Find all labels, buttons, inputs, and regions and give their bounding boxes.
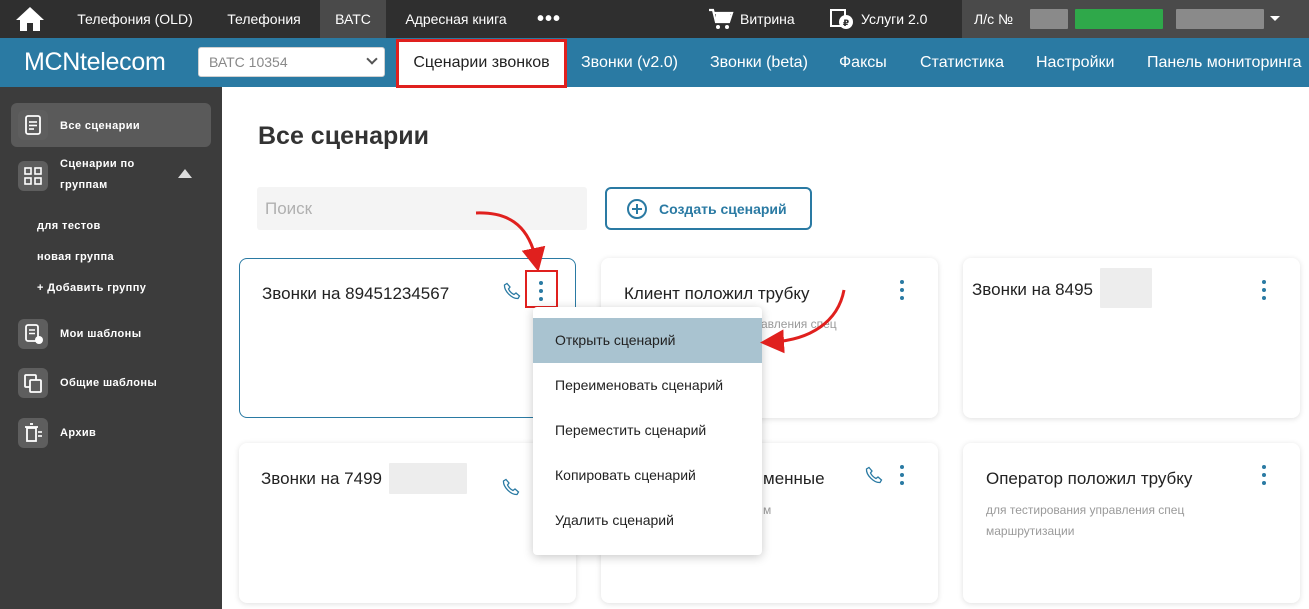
chevron-down-icon[interactable]	[1270, 16, 1280, 21]
phone-number-blur	[1100, 268, 1152, 308]
phone-icon	[503, 282, 521, 300]
tab-call-scenarios-label: Сценарии звонков	[413, 54, 550, 71]
sidebar-item-groups-label-1[interactable]: Сценарии по	[60, 158, 135, 170]
sidebar-group-item[interactable]: для тестов	[37, 220, 101, 232]
vats-select-value: ВАТС 10354	[209, 54, 288, 70]
brand-logo: MCNtelecom	[24, 48, 166, 76]
plus-circle-icon	[627, 199, 647, 219]
top-nav-telephony[interactable]: Телефония	[212, 0, 316, 38]
phone-number-blur	[389, 463, 467, 494]
sidebar-item-groups-label-2[interactable]: группам	[60, 179, 108, 191]
username-blur	[1176, 9, 1264, 29]
account-number-blur	[1030, 9, 1068, 29]
sidebar-item-common-templates[interactable]: Общие шаблоны	[60, 377, 157, 389]
copy-icon	[18, 368, 48, 398]
scenario-card[interactable]: Звонки на 7499	[239, 443, 576, 603]
scenario-card[interactable]: Звонки на 8495	[963, 258, 1300, 418]
menu-item-move-scenario[interactable]: Переместить сценарий	[533, 408, 762, 453]
section-nav-bar: MCNtelecom ВАТС 10354 Сценарии звонков З…	[0, 38, 1309, 88]
tab-monitoring-panel[interactable]: Панель мониторинга	[1147, 38, 1302, 87]
kebab-menu-icon[interactable]	[899, 465, 905, 485]
top-bar: Телефония (OLD) Телефония ВАТС Адресная …	[0, 0, 1309, 38]
tab-call-scenarios[interactable]: Сценарии звонков	[396, 39, 567, 88]
kebab-highlight-box	[525, 270, 558, 308]
svg-text:₽: ₽	[843, 19, 849, 29]
menu-item-open-scenario[interactable]: Открыть сценарий	[533, 318, 762, 363]
home-icon[interactable]	[14, 5, 46, 33]
top-nav-address-book[interactable]: Адресная книга	[393, 0, 519, 38]
tab-calls-beta[interactable]: Звонки (beta)	[710, 38, 808, 87]
sidebar-item-archive[interactable]: Архив	[60, 427, 96, 439]
top-nav-telephony-old[interactable]: Телефония (OLD)	[64, 0, 206, 38]
scenario-card-description: м	[763, 503, 772, 517]
page-title: Все сценарии	[258, 122, 429, 150]
scenario-card-title: менные	[763, 469, 825, 488]
sidebar-item-all-scenarios-label: Все сценарии	[60, 120, 141, 132]
kebab-menu-icon[interactable]	[899, 280, 905, 300]
kebab-menu-icon[interactable]	[1261, 280, 1267, 300]
scenario-card-description: для тестирования управления спец	[986, 503, 1185, 517]
services-link[interactable]: Услуги 2.0	[861, 0, 927, 38]
collapse-up-icon[interactable]	[178, 169, 192, 178]
search-input[interactable]	[257, 187, 587, 230]
scenario-card-title: Звонки на 7499	[261, 469, 382, 488]
tab-settings[interactable]: Настройки	[1036, 38, 1114, 87]
balance-blur	[1075, 9, 1163, 29]
scenario-context-menu: Открыть сценарий Переименовать сценарий …	[533, 307, 762, 555]
sidebar-group-item[interactable]: новая группа	[37, 251, 114, 263]
phone-icon	[865, 466, 883, 484]
tab-calls-v2[interactable]: Звонки (v2.0)	[581, 38, 678, 87]
create-scenario-label: Создать сценарий	[659, 201, 787, 217]
vitrina-link[interactable]: Витрина	[740, 0, 795, 38]
create-scenario-button[interactable]: Создать сценарий	[605, 187, 812, 230]
scenario-card-title: Звонки на 8495	[972, 280, 1093, 299]
grid-icon	[18, 161, 48, 191]
trash-icon	[18, 418, 48, 448]
more-menu-button[interactable]: •••	[537, 9, 561, 29]
top-nav-vats[interactable]: ВАТС	[320, 0, 386, 38]
chevron-down-icon	[366, 53, 378, 65]
scenario-card[interactable]: Оператор положил трубку для тестирования…	[963, 443, 1300, 603]
phone-icon	[502, 478, 520, 496]
tab-faxes[interactable]: Факсы	[839, 38, 887, 87]
my-templates-icon	[18, 319, 48, 349]
menu-item-rename-scenario[interactable]: Переименовать сценарий	[533, 363, 762, 408]
scenario-card-description: маршрутизации	[986, 524, 1075, 538]
sidebar: Все сценарии Сценарии по группам для тес…	[0, 87, 222, 609]
account-menu[interactable]: Л/с №	[962, 0, 1309, 38]
account-number-label: Л/с №	[974, 11, 1013, 27]
add-group-link[interactable]: + Добавить группу	[37, 282, 146, 294]
cart-icon	[709, 8, 734, 29]
scenario-card-title: Оператор положил трубку	[986, 469, 1193, 488]
vats-select[interactable]: ВАТС 10354	[198, 47, 385, 77]
kebab-menu-icon[interactable]	[1261, 465, 1267, 485]
scenario-card-title: Клиент положил трубку	[624, 284, 810, 303]
menu-item-copy-scenario[interactable]: Копировать сценарий	[533, 453, 762, 498]
scenario-card-title: Звонки на 89451234567	[262, 284, 450, 303]
menu-item-delete-scenario[interactable]: Удалить сценарий	[533, 498, 762, 543]
document-list-icon	[18, 110, 48, 140]
tab-statistics[interactable]: Статистика	[920, 38, 1004, 87]
services-icon: ₽	[830, 9, 853, 29]
sidebar-item-my-templates[interactable]: Мои шаблоны	[60, 328, 142, 340]
scenario-card-description: авления спец	[761, 317, 837, 331]
